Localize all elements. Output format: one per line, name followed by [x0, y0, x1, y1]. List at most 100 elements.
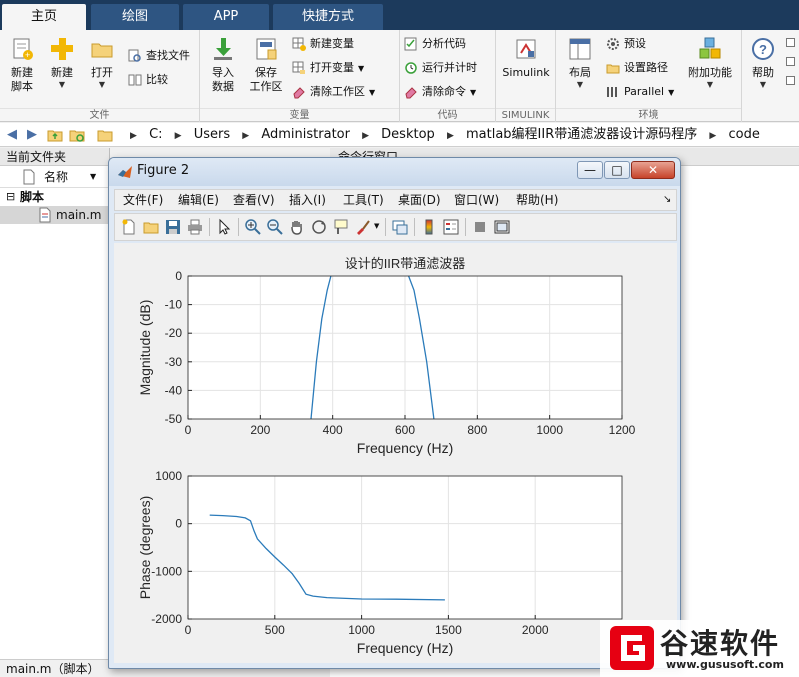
ribbon-section-label: 文件	[0, 108, 199, 122]
tab-shortcuts[interactable]: 快捷方式	[273, 4, 383, 30]
parallel-button[interactable]: Parallel ▼	[606, 82, 674, 102]
breadcrumb-item[interactable]: Users	[194, 123, 230, 147]
minimize-button[interactable]: —	[577, 161, 603, 179]
show-plot-tools-icon[interactable]	[493, 218, 511, 236]
figure-menubar: 文件(F) 编辑(E) 查看(V) 插入(I) 工具(T) 桌面(D) 窗口(W…	[114, 189, 677, 211]
sort-icon[interactable]: ▼	[90, 166, 96, 188]
find-files-button[interactable]: 查找文件	[128, 46, 190, 66]
plot-area[interactable]: 0 200 400 600 800 1000 1200 0 -10 -20 -30 -40 -50 设计的…	[114, 243, 677, 663]
new-button[interactable]: 新建 ▼	[44, 36, 80, 90]
breadcrumb-item[interactable]: matlab编程IIR带通滤波器设计源码程序	[466, 123, 697, 147]
breadcrumb-item[interactable]: Administrator	[261, 123, 350, 147]
tab-apps[interactable]: APP	[183, 4, 269, 30]
phase-axes-background[interactable]	[188, 476, 622, 619]
magnitude-x-tick-label: 400	[323, 423, 343, 437]
compare-button[interactable]: 比较	[128, 70, 168, 90]
breadcrumb-separator: ▶	[446, 131, 454, 141]
magnitude-x-tick-label: 0	[185, 423, 192, 437]
save-icon[interactable]	[164, 218, 182, 236]
gususoft-logo-icon	[610, 626, 654, 670]
run-and-time-button[interactable]: 运行并计时	[404, 58, 477, 78]
help-button[interactable]: ? 帮助 ▼	[748, 36, 778, 90]
figure-canvas[interactable]: 0 200 400 600 800 1000 1200 0 -10 -20 -30 -40 -50 设计的…	[114, 243, 677, 663]
resources-overflow[interactable]	[786, 38, 796, 98]
breadcrumb-item[interactable]: C:	[149, 123, 162, 147]
community-icon	[786, 38, 795, 47]
parallel-label: Parallel	[624, 85, 665, 98]
forward-arrow-icon[interactable]: ▶	[23, 126, 41, 144]
analyze-code-button[interactable]: 分析代码	[404, 34, 466, 54]
menu-help[interactable]: 帮助(H)	[516, 190, 558, 210]
set-path-label: 设置路径	[624, 61, 668, 74]
pan-hand-icon[interactable]	[288, 218, 306, 236]
close-button[interactable]: ✕	[631, 161, 675, 179]
tab-plots[interactable]: 绘图	[91, 4, 179, 30]
tab-home[interactable]: 主页	[2, 4, 86, 30]
clear-commands-button[interactable]: 清除命令 ▼	[404, 82, 476, 102]
chevron-down-icon[interactable]: ▼	[374, 222, 379, 230]
ribbon-section-environment: 布局 ▼ 预设 设置路径 Parallel ▼ 附加功能 ▼ 环境	[556, 30, 742, 122]
parallel-icon	[607, 87, 617, 97]
hide-plot-tools-icon[interactable]	[471, 218, 489, 236]
folder-node[interactable]: ⊟ 脚本	[0, 188, 109, 206]
clear-workspace-button[interactable]: 清除工作区 ▼	[292, 82, 375, 102]
ribbon-section-label: 环境	[556, 108, 741, 122]
preferences-button[interactable]: 预设	[606, 34, 646, 54]
compare-label: 比较	[146, 73, 168, 86]
import-data-button[interactable]: 导入 数据	[206, 36, 240, 94]
set-path-button[interactable]: 设置路径	[606, 58, 668, 78]
simulink-button[interactable]: Simulink	[500, 36, 552, 80]
analyze-code-label: 分析代码	[422, 37, 466, 50]
zoom-out-icon[interactable]	[266, 218, 284, 236]
file-row-selected[interactable]: main.m	[0, 206, 109, 224]
addons-button[interactable]: 附加功能 ▼	[684, 36, 736, 90]
breadcrumb-item[interactable]: code	[728, 123, 759, 147]
open-variable-button[interactable]: 打开变量 ▼	[292, 58, 364, 78]
up-folder-icon[interactable]	[46, 126, 64, 144]
simulink-label: Simulink	[502, 66, 550, 79]
open-file-icon[interactable]	[142, 218, 160, 236]
column-name-header[interactable]: 名称	[44, 166, 68, 188]
maximize-button[interactable]: □	[604, 161, 630, 179]
edit-plot-pointer-icon[interactable]	[215, 218, 233, 236]
data-cursor-icon[interactable]	[332, 218, 350, 236]
back-arrow-icon[interactable]: ◀	[3, 126, 21, 144]
magnitude-x-tick-label: 1200	[609, 423, 636, 437]
ribbon-section-file: + 新建 脚本 新建 ▼ 打开 ▼ 查找文件 比较 文件	[0, 30, 200, 122]
menu-tools[interactable]: 工具(T)	[343, 190, 384, 210]
chevron-down-icon: ▼	[369, 88, 376, 97]
figure-titlebar[interactable]: Figure 2 — □ ✕	[109, 158, 680, 186]
chevron-down-icon: ▼	[668, 88, 675, 97]
ribbon-toolstrip: + 新建 脚本 新建 ▼ 打开 ▼ 查找文件 比较 文件 导入 数据 保存 工作…	[0, 30, 799, 122]
legend-icon[interactable]	[442, 218, 460, 236]
link-plot-icon[interactable]	[391, 218, 409, 236]
rotate-3d-icon[interactable]	[310, 218, 328, 236]
clear-workspace-label: 清除工作区	[310, 85, 365, 98]
menu-window[interactable]: 窗口(W)	[454, 190, 499, 210]
zoom-in-icon[interactable]	[244, 218, 262, 236]
open-button[interactable]: 打开 ▼	[84, 36, 120, 90]
brush-icon[interactable]	[354, 218, 372, 236]
browse-folder-icon[interactable]	[68, 126, 86, 144]
save-workspace-button[interactable]: 保存 工作区	[246, 36, 286, 94]
menu-edit[interactable]: 编辑(E)	[178, 190, 219, 210]
menu-view[interactable]: 查看(V)	[233, 190, 275, 210]
dock-arrow-icon[interactable]: ↘	[663, 190, 671, 210]
new-variable-button[interactable]: 新建变量	[292, 34, 354, 54]
magnitude-y-axis-label: Magnitude (dB)	[137, 300, 153, 396]
menu-desktop[interactable]: 桌面(D)	[398, 190, 441, 210]
breadcrumb-separator: ▶	[174, 131, 182, 141]
learn-icon	[786, 76, 795, 85]
magnitude-y-tick-label: -30	[165, 355, 183, 369]
print-icon[interactable]	[186, 218, 204, 236]
breadcrumb-item[interactable]: Desktop	[381, 123, 435, 147]
new-figure-icon[interactable]	[120, 218, 138, 236]
figure-window[interactable]: Figure 2 — □ ✕ 文件(F) 编辑(E) 查看(V) 插入(I) 工…	[108, 157, 681, 669]
new-script-button[interactable]: + 新建 脚本	[4, 36, 40, 94]
layout-button[interactable]: 布局 ▼	[562, 36, 598, 90]
collapse-icon[interactable]: ⊟	[6, 188, 15, 206]
colorbar-icon[interactable]	[420, 218, 438, 236]
menu-insert[interactable]: 插入(I)	[289, 190, 326, 210]
menu-file[interactable]: 文件(F)	[123, 190, 163, 210]
phase-x-tick-label: 0	[185, 623, 192, 637]
